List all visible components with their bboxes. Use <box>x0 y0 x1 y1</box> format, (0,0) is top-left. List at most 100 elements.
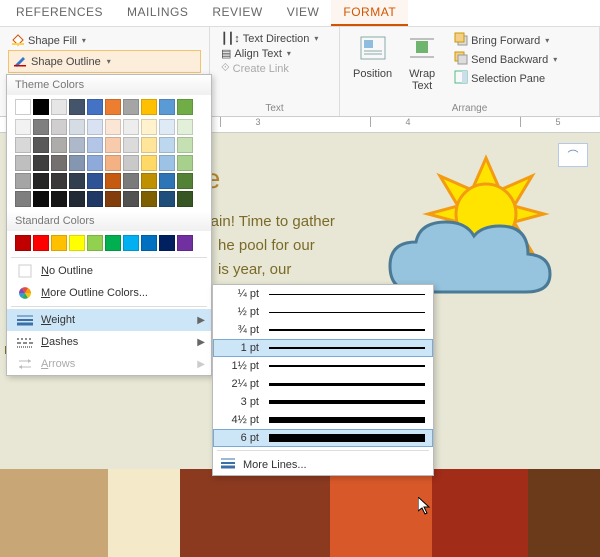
layout-options-button[interactable]: ⌒ <box>558 143 588 167</box>
weight-submenu-item[interactable]: Weight ▶ <box>7 309 211 331</box>
color-swatch[interactable] <box>33 191 49 207</box>
color-swatch[interactable] <box>33 99 49 115</box>
color-swatch[interactable] <box>123 173 139 189</box>
bring-forward-button[interactable]: Bring Forward▾ <box>451 31 560 50</box>
color-swatch[interactable] <box>141 119 157 135</box>
color-swatch[interactable] <box>159 191 175 207</box>
text-direction-button[interactable]: ┃┃↕ Text Direction▾ <box>218 31 331 46</box>
color-swatch[interactable] <box>69 119 85 135</box>
color-swatch[interactable] <box>177 119 193 135</box>
weight-option[interactable]: ¼ pt <box>213 285 433 303</box>
color-swatch[interactable] <box>69 191 85 207</box>
color-swatch[interactable] <box>33 235 49 251</box>
color-swatch[interactable] <box>87 137 103 153</box>
color-swatch[interactable] <box>15 119 31 135</box>
color-swatch[interactable] <box>33 155 49 171</box>
color-swatch[interactable] <box>105 173 121 189</box>
color-swatch[interactable] <box>123 119 139 135</box>
create-link-button[interactable]: ⟐ Create Link <box>218 61 331 76</box>
color-swatch[interactable] <box>87 99 103 115</box>
align-text-button[interactable]: ▤ Align Text▾ <box>218 46 331 61</box>
color-swatch[interactable] <box>177 155 193 171</box>
color-swatch[interactable] <box>15 191 31 207</box>
dashes-submenu-item[interactable]: Dashes ▶ <box>7 331 211 353</box>
tab-format[interactable]: FORMAT <box>331 0 408 26</box>
selection-pane-button[interactable]: Selection Pane <box>451 69 560 88</box>
color-swatch[interactable] <box>105 191 121 207</box>
more-outline-colors-item[interactable]: More Outline Colors... <box>7 282 211 304</box>
color-swatch[interactable] <box>177 137 193 153</box>
color-swatch[interactable] <box>87 191 103 207</box>
color-swatch[interactable] <box>87 119 103 135</box>
color-swatch[interactable] <box>123 137 139 153</box>
color-swatch[interactable] <box>69 155 85 171</box>
color-swatch[interactable] <box>33 137 49 153</box>
color-swatch[interactable] <box>69 173 85 189</box>
color-swatch[interactable] <box>51 235 67 251</box>
color-swatch[interactable] <box>15 173 31 189</box>
color-swatch[interactable] <box>15 235 31 251</box>
color-swatch[interactable] <box>87 155 103 171</box>
color-swatch[interactable] <box>177 173 193 189</box>
color-swatch[interactable] <box>33 119 49 135</box>
color-swatch[interactable] <box>123 191 139 207</box>
color-swatch[interactable] <box>51 155 67 171</box>
no-outline-item[interactable]: No Outline <box>7 260 211 282</box>
color-swatch[interactable] <box>33 173 49 189</box>
color-swatch[interactable] <box>123 99 139 115</box>
shape-outline-button[interactable]: Shape Outline ▾ <box>8 50 201 73</box>
color-swatch[interactable] <box>177 191 193 207</box>
color-swatch[interactable] <box>141 99 157 115</box>
shape-fill-button[interactable]: Shape Fill ▾ <box>8 31 201 50</box>
color-swatch[interactable] <box>141 235 157 251</box>
weight-option[interactable]: 2¼ pt <box>213 375 433 393</box>
position-button[interactable]: Position <box>348 31 397 95</box>
color-swatch[interactable] <box>51 137 67 153</box>
color-swatch[interactable] <box>123 235 139 251</box>
color-swatch[interactable] <box>141 137 157 153</box>
color-swatch[interactable] <box>87 173 103 189</box>
color-swatch[interactable] <box>69 137 85 153</box>
color-swatch[interactable] <box>51 173 67 189</box>
wrap-text-button[interactable]: Wrap Text <box>401 31 443 95</box>
color-swatch[interactable] <box>15 155 31 171</box>
weight-option[interactable]: ¾ pt <box>213 321 433 339</box>
color-swatch[interactable] <box>105 99 121 115</box>
color-swatch[interactable] <box>51 119 67 135</box>
food-photo[interactable] <box>0 469 600 557</box>
color-swatch[interactable] <box>159 137 175 153</box>
color-swatch[interactable] <box>159 99 175 115</box>
color-swatch[interactable] <box>141 155 157 171</box>
weight-option[interactable]: 1½ pt <box>213 357 433 375</box>
color-swatch[interactable] <box>177 235 193 251</box>
color-swatch[interactable] <box>87 235 103 251</box>
color-swatch[interactable] <box>123 155 139 171</box>
color-swatch[interactable] <box>159 173 175 189</box>
color-swatch[interactable] <box>69 235 85 251</box>
color-swatch[interactable] <box>141 191 157 207</box>
color-swatch[interactable] <box>159 155 175 171</box>
tab-review[interactable]: REVIEW <box>200 0 274 26</box>
tab-mailings[interactable]: MAILINGS <box>115 0 200 26</box>
weight-option[interactable]: 1 pt <box>213 339 433 357</box>
color-swatch[interactable] <box>105 119 121 135</box>
weight-option[interactable]: 4½ pt <box>213 411 433 429</box>
color-swatch[interactable] <box>105 155 121 171</box>
send-backward-button[interactable]: Send Backward▾ <box>451 50 560 69</box>
color-swatch[interactable] <box>177 99 193 115</box>
color-swatch[interactable] <box>141 173 157 189</box>
tab-references[interactable]: REFERENCES <box>4 0 115 26</box>
color-swatch[interactable] <box>15 137 31 153</box>
weight-option[interactable]: 6 pt <box>213 429 433 447</box>
color-swatch[interactable] <box>159 119 175 135</box>
color-swatch[interactable] <box>159 235 175 251</box>
color-swatch[interactable] <box>69 99 85 115</box>
color-swatch[interactable] <box>15 99 31 115</box>
weight-option[interactable]: ½ pt <box>213 303 433 321</box>
color-swatch[interactable] <box>51 99 67 115</box>
tab-view[interactable]: VIEW <box>275 0 332 26</box>
more-lines-item[interactable]: More Lines... <box>213 454 433 475</box>
color-swatch[interactable] <box>105 235 121 251</box>
color-swatch[interactable] <box>105 137 121 153</box>
weight-option[interactable]: 3 pt <box>213 393 433 411</box>
